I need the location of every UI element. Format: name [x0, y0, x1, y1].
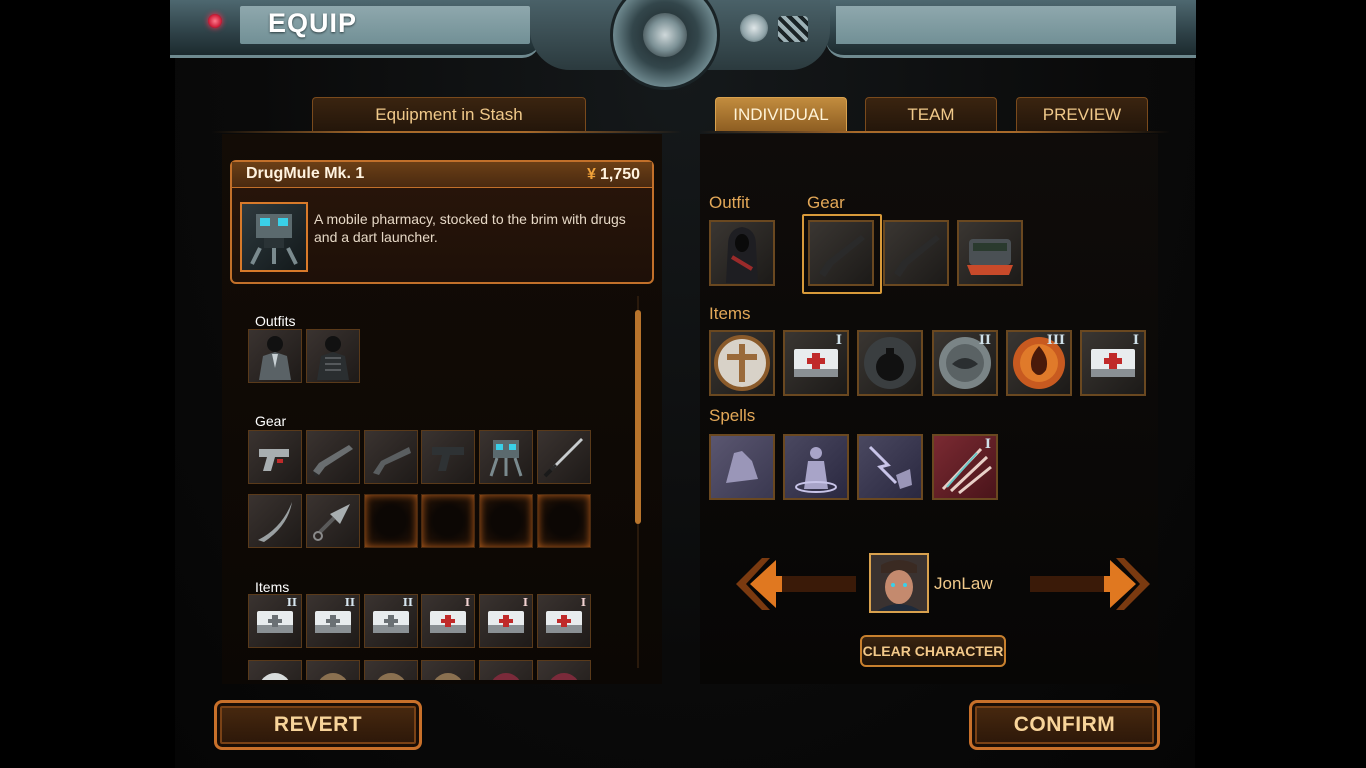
- tier-badge: I: [835, 333, 842, 348]
- tier-badge: I: [984, 437, 991, 452]
- selected-item-description: A mobile pharmacy, stocked to the brim w…: [314, 211, 626, 245]
- palm-spell-icon[interactable]: [709, 434, 775, 500]
- tier-badge: I: [464, 596, 470, 609]
- left-tab-divider: [212, 131, 682, 133]
- loadout-gear-label: Gear: [807, 193, 845, 212]
- drug-mule-drone-icon[interactable]: [957, 220, 1023, 286]
- tier-badge: III: [1046, 333, 1065, 348]
- item-slot-partial[interactable]: [479, 660, 533, 680]
- medkit-icon[interactable]: II: [306, 594, 360, 648]
- yen-icon: ¥: [587, 166, 596, 183]
- figure-aura-spell-icon[interactable]: [783, 434, 849, 500]
- claw-slash-spell-icon[interactable]: I: [932, 434, 998, 500]
- empty-gear-slot[interactable]: [537, 494, 591, 548]
- stash-items-row-clipped: [248, 660, 592, 680]
- blade-icon[interactable]: [248, 494, 302, 548]
- fire-grenade-icon[interactable]: III: [1006, 330, 1072, 396]
- shotgun-icon[interactable]: [883, 220, 949, 286]
- medkit-red-icon[interactable]: I: [537, 594, 591, 648]
- tab-equipment-in-stash[interactable]: Equipment in Stash: [312, 97, 586, 131]
- loadout-items-label: Items: [709, 304, 751, 323]
- medkit-red-icon[interactable]: I: [421, 594, 475, 648]
- tab-team[interactable]: TEAM: [865, 97, 997, 131]
- sawed-off-shotgun-icon[interactable]: [364, 430, 418, 484]
- loadout-spells-label: Spells: [709, 406, 756, 425]
- medkit-red-icon[interactable]: I: [1080, 330, 1146, 396]
- tier-badge: II: [402, 596, 413, 609]
- equip-screen: EQUIP Equipment in Stash INDIVIDUAL TEAM…: [0, 0, 1366, 768]
- previous-character-arrow-icon[interactable]: [736, 558, 856, 610]
- item-slot-partial[interactable]: [537, 660, 591, 680]
- selected-item-header: DrugMule Mk. 1 ¥1,750: [232, 162, 652, 188]
- stash-outfits-label: Outfits: [255, 313, 296, 329]
- shotgun-icon[interactable]: [306, 430, 360, 484]
- selected-item-price: ¥1,750: [587, 166, 640, 183]
- scroll-thumb[interactable]: [635, 310, 641, 524]
- tab-preview[interactable]: PREVIEW: [1016, 97, 1148, 131]
- header-bar: EQUIP: [170, 0, 1196, 90]
- stash-scrollbar[interactable]: [630, 296, 646, 668]
- header-hub-icon: [610, 0, 720, 90]
- armored-outfit-icon[interactable]: [306, 329, 360, 383]
- stash-items-label: Items: [255, 579, 290, 595]
- confirm-button[interactable]: CONFIRM: [969, 700, 1160, 750]
- tier-badge: I: [1132, 333, 1139, 348]
- empty-gear-slot[interactable]: [421, 494, 475, 548]
- hooded-outfit-icon[interactable]: [709, 220, 775, 286]
- handgun-icon[interactable]: [421, 430, 475, 484]
- pistol-icon[interactable]: [248, 430, 302, 484]
- right-tab-divider: [700, 131, 1170, 133]
- lightning-hand-spell-icon[interactable]: [857, 434, 923, 500]
- selected-item-card: DrugMule Mk. 1 ¥1,750 A mobile pharmacy,…: [230, 160, 654, 284]
- character-portrait: [869, 553, 929, 613]
- caduceus-medkit-icon[interactable]: [709, 330, 775, 396]
- tab-individual[interactable]: INDIVIDUAL: [715, 97, 847, 131]
- status-led-icon: [208, 14, 222, 28]
- item-slot-partial[interactable]: [306, 660, 360, 680]
- page-title: EQUIP: [268, 8, 358, 38]
- drug-mule-drone-icon: [240, 202, 308, 272]
- loadout-outfit-label: Outfit: [709, 193, 750, 212]
- stash-gear-label: Gear: [255, 413, 287, 429]
- empty-gear-slot[interactable]: [479, 494, 533, 548]
- revert-button[interactable]: REVERT: [214, 700, 422, 750]
- kunai-icon[interactable]: [306, 494, 360, 548]
- item-slot-partial[interactable]: [248, 660, 302, 680]
- next-character-arrow-icon[interactable]: [1030, 558, 1150, 610]
- tier-badge: I: [522, 596, 528, 609]
- rock-grenade-icon[interactable]: II: [932, 330, 998, 396]
- header-plate-right: [826, 0, 1196, 58]
- medkit-red-icon[interactable]: I: [783, 330, 849, 396]
- tier-badge: II: [344, 596, 355, 609]
- item-slot-partial[interactable]: [421, 660, 475, 680]
- tier-badge: II: [978, 333, 991, 348]
- medkit-icon[interactable]: II: [364, 594, 418, 648]
- shotgun-icon[interactable]: [808, 220, 874, 286]
- tier-badge: II: [286, 596, 297, 609]
- empty-gear-slot[interactable]: [364, 494, 418, 548]
- medkit-red-icon[interactable]: I: [479, 594, 533, 648]
- grenade-icon[interactable]: [857, 330, 923, 396]
- suit-outfit-icon[interactable]: [248, 329, 302, 383]
- clear-character-button[interactable]: CLEAR CHARACTER: [860, 635, 1006, 667]
- drone-icon[interactable]: [479, 430, 533, 484]
- tier-badge: I: [580, 596, 586, 609]
- medkit-icon[interactable]: II: [248, 594, 302, 648]
- header-vent-icon: [778, 16, 808, 42]
- selected-item-name: DrugMule Mk. 1: [246, 165, 365, 182]
- header-knob-icon: [740, 14, 768, 42]
- character-name: JonLaw: [934, 574, 993, 593]
- katana-icon[interactable]: [537, 430, 591, 484]
- item-slot-partial[interactable]: [364, 660, 418, 680]
